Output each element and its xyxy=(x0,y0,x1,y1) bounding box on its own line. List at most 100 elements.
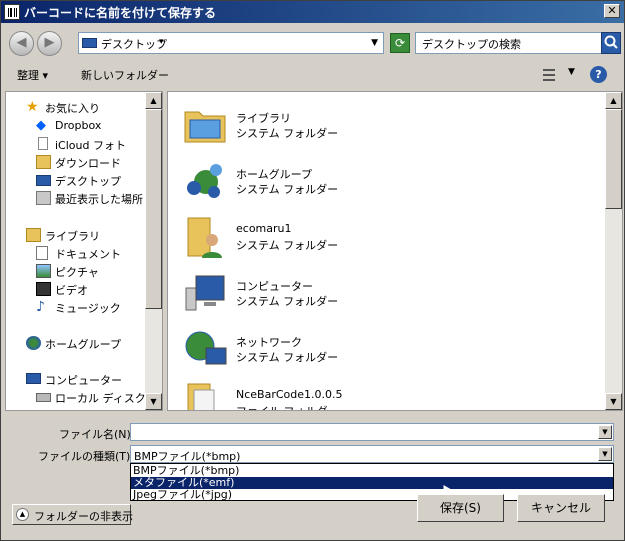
user-folder-icon xyxy=(187,217,222,258)
picture-icon xyxy=(36,264,51,278)
address-location: デスクトップ xyxy=(101,38,167,51)
file-name: コンピューター xyxy=(236,280,313,293)
scroll-up-button[interactable]: ▲ xyxy=(145,92,162,109)
filename-label: ファイル名(N): xyxy=(59,428,135,441)
chevron-up-icon: ▲ xyxy=(16,508,29,521)
filetype-label: ファイルの種類(T): xyxy=(38,450,135,463)
filetype-value: BMPファイル(*bmp) xyxy=(134,450,241,463)
folder-icon xyxy=(187,383,215,410)
file-type: システム フォルダー xyxy=(236,295,339,308)
file-item[interactable]: ecomaru1 システム フォルダー xyxy=(182,212,582,262)
file-item[interactable]: ネットワーク システム フォルダー xyxy=(182,324,582,374)
file-name: ecomaru1 xyxy=(236,222,292,235)
file-type: システム フォルダー xyxy=(236,127,339,140)
navigation-pane: ★ お気に入り ◆ Dropbox iCloud フォト ダウンロード デスクト… xyxy=(5,91,163,411)
library-folder-icon xyxy=(184,111,226,143)
close-button[interactable]: ✕ xyxy=(604,4,620,18)
close-icon: ✕ xyxy=(607,4,617,17)
window-title: バーコードに名前を付けて保存する xyxy=(24,6,217,20)
scroll-up-button[interactable]: ▲ xyxy=(605,92,622,109)
scroll-down-button[interactable]: ▼ xyxy=(605,393,622,410)
refresh-button[interactable]: ⟳ xyxy=(390,33,410,53)
file-name: ライブラリ xyxy=(236,112,291,125)
scroll-thumb[interactable] xyxy=(605,109,622,209)
homegroup-icon xyxy=(187,164,222,198)
scroll-down-button[interactable]: ▼ xyxy=(145,393,162,410)
nav-label: ホームグループ xyxy=(45,338,122,351)
view-options-icon[interactable] xyxy=(541,67,557,83)
computer-icon xyxy=(26,373,41,384)
recent-icon xyxy=(36,191,51,205)
search-placeholder: デスクトップの検索 xyxy=(422,38,521,51)
breadcrumb-chevron-icon[interactable]: ▾ xyxy=(159,37,164,47)
back-button[interactable]: ◀ xyxy=(9,31,34,56)
forward-button[interactable]: ▶ xyxy=(37,31,62,56)
nav-label: デスクトップ xyxy=(55,175,121,188)
file-name: ホームグループ xyxy=(236,168,313,181)
nav-label: ダウンロード xyxy=(55,157,121,170)
library-icon xyxy=(26,228,41,242)
nav-label: コンピューター xyxy=(45,374,122,387)
file-item[interactable]: コンピューター システム フォルダー xyxy=(182,268,582,318)
save-dialog: バーコードに名前を付けて保存する ✕ ◀ ▶ デスクトップ ▾ ▼ ⟳ デスクト… xyxy=(0,0,625,541)
view-dropdown-icon[interactable]: ▼ xyxy=(568,67,575,77)
organize-menu[interactable]: 整理 ▾ xyxy=(17,67,48,83)
nav-label: お気に入り xyxy=(45,102,100,115)
search-input[interactable]: デスクトップの検索 xyxy=(415,32,602,54)
new-folder-button[interactable]: 新しいフォルダー xyxy=(81,67,169,83)
nav-label: 最近表示した場所 xyxy=(55,193,143,206)
filename-input[interactable]: ▼ xyxy=(130,423,614,441)
download-icon xyxy=(36,155,51,169)
hide-folders-label: フォルダーの非表示 xyxy=(34,510,133,523)
forward-arrow-icon: ▶ xyxy=(44,35,55,50)
nav-label: ピクチャ xyxy=(55,266,99,279)
file-type: システム フォルダー xyxy=(236,351,339,364)
nav-label: iCloud フォト xyxy=(55,139,126,152)
file-item[interactable]: ライブラリ システム フォルダー xyxy=(182,100,582,150)
barcode-app-icon xyxy=(4,4,20,20)
filetype-select[interactable]: BMPファイル(*bmp) ▼ xyxy=(130,445,614,463)
file-item[interactable]: NceBarCode1.0.0.5 ファイル フォルダー xyxy=(182,378,582,410)
file-type: システム フォルダー xyxy=(236,183,339,196)
search-button[interactable] xyxy=(601,32,621,54)
file-type: ファイル フォルダー xyxy=(236,403,339,410)
scroll-thumb[interactable] xyxy=(145,109,162,309)
nav-label: ドキュメント xyxy=(55,248,121,261)
nav-scrollbar[interactable]: ▲ ▼ xyxy=(145,92,162,410)
homegroup-icon xyxy=(26,336,41,350)
nav-label: ライブラリ xyxy=(45,230,100,243)
address-bar[interactable]: デスクトップ ▾ ▼ xyxy=(78,32,384,54)
search-icon xyxy=(604,35,618,49)
refresh-icon: ⟳ xyxy=(394,36,406,50)
address-bar-row: ◀ ▶ デスクトップ ▾ ▼ ⟳ デスクトップの検索 xyxy=(1,25,624,59)
nav-label: ミュージック xyxy=(55,302,121,315)
star-icon: ★ xyxy=(26,99,39,115)
disk-icon xyxy=(36,393,51,402)
file-name: ネットワーク xyxy=(236,336,302,349)
file-item[interactable]: ホームグループ システム フォルダー xyxy=(182,156,582,206)
file-scrollbar[interactable]: ▲ ▼ xyxy=(605,92,622,410)
desktop-icon xyxy=(82,38,97,48)
title-bar: バーコードに名前を付けて保存する ✕ xyxy=(1,1,624,23)
filename-dropdown-icon[interactable]: ▼ xyxy=(598,425,612,439)
network-icon xyxy=(185,331,227,365)
hide-folders-button[interactable]: ▲ フォルダーの非表示 xyxy=(12,504,133,525)
desktop-icon xyxy=(36,175,51,186)
icloud-icon xyxy=(38,137,48,150)
filetype-dropdown-icon[interactable]: ▼ xyxy=(598,447,612,461)
music-icon: ♪ xyxy=(36,299,45,315)
computer-icon xyxy=(185,275,225,311)
back-arrow-icon: ◀ xyxy=(16,35,27,50)
file-type: システム フォルダー xyxy=(236,239,339,252)
address-dropdown-icon[interactable]: ▼ xyxy=(371,38,378,48)
cancel-button[interactable]: キャンセル xyxy=(517,494,605,522)
command-toolbar: 整理 ▾ 新しいフォルダー ▼ ? xyxy=(1,63,624,87)
video-icon xyxy=(36,282,51,296)
file-list-pane: ライブラリ システム フォルダー ホームグループ システム フォルダー ecom… xyxy=(167,91,623,411)
nav-label: Dropbox xyxy=(55,119,102,132)
file-name: NceBarCode1.0.0.5 xyxy=(236,388,343,401)
document-icon xyxy=(36,246,48,260)
help-icon[interactable]: ? xyxy=(590,66,607,83)
save-button[interactable]: 保存(S) xyxy=(417,494,504,522)
nav-label: ビデオ xyxy=(55,284,88,297)
